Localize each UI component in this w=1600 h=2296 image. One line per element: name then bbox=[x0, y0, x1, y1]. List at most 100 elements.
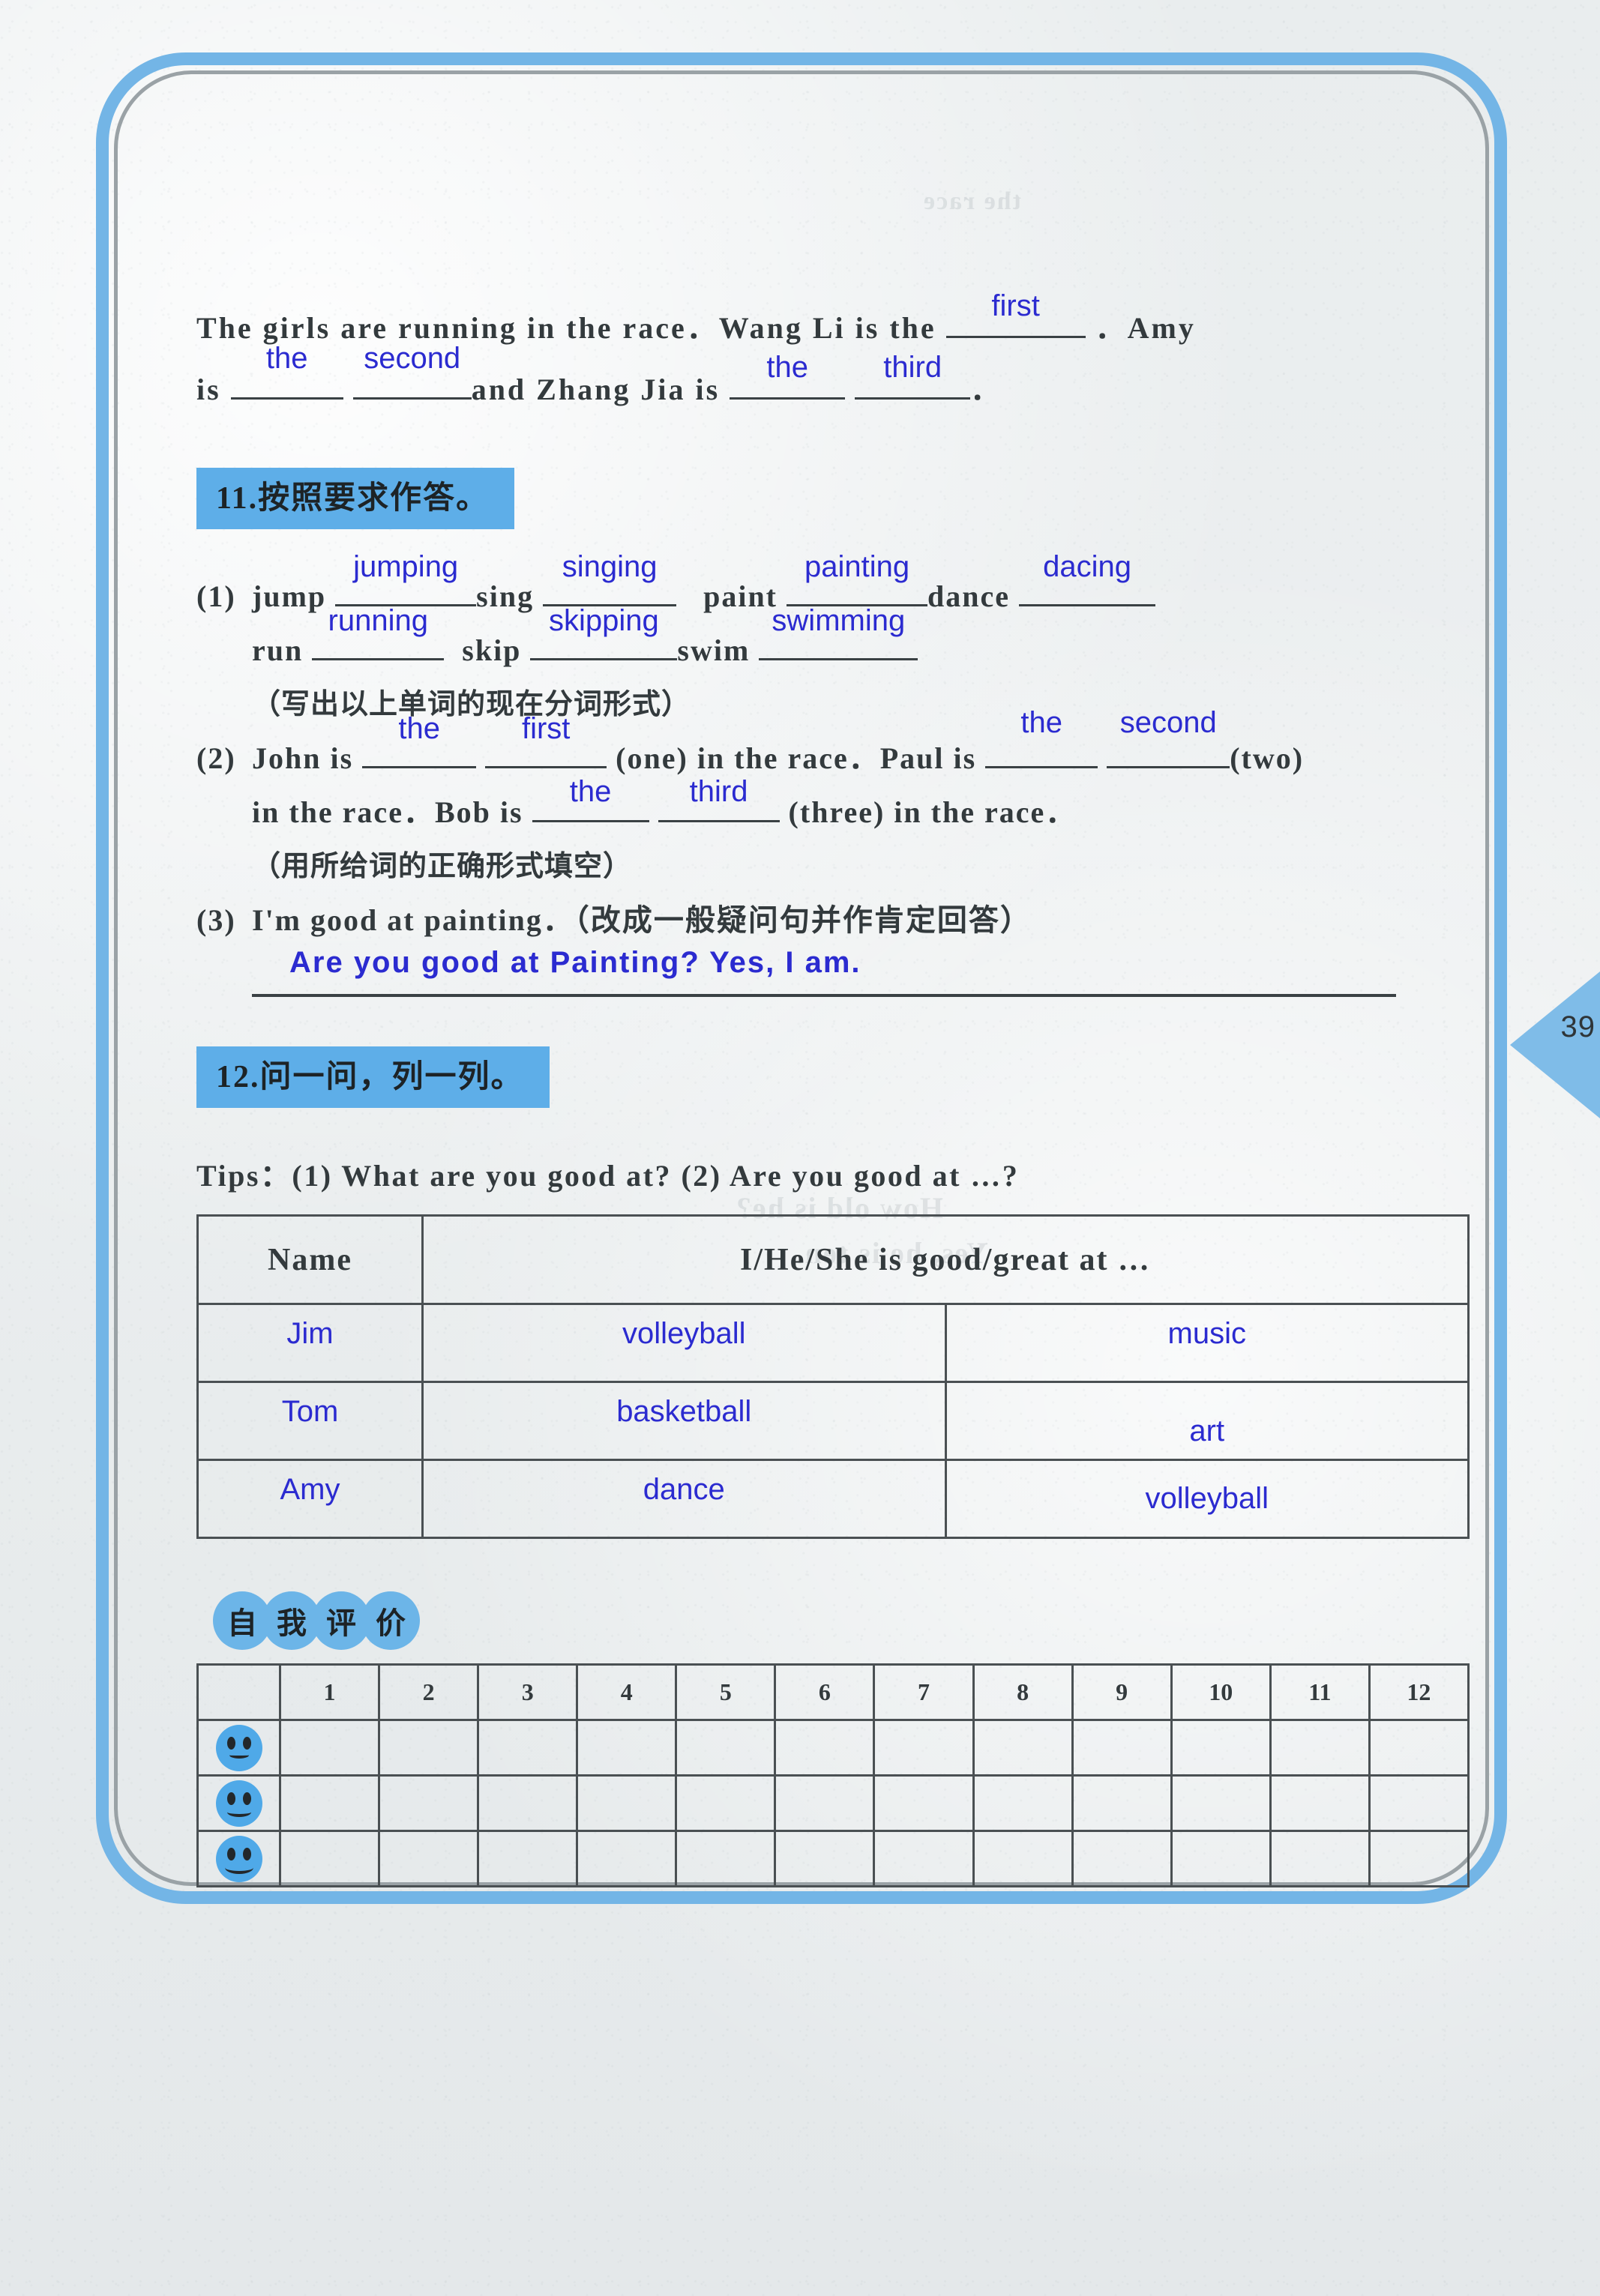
self-eval-num-4: 4 bbox=[576, 1663, 678, 1721]
self-eval-cell-2-5[interactable] bbox=[675, 1774, 777, 1832]
section-12-banner: 12.问一问，列一列。 bbox=[196, 1046, 550, 1108]
intro-answer-5: third bbox=[883, 351, 942, 384]
self-eval-num-8: 8 bbox=[972, 1663, 1074, 1721]
self-eval-num-10: 10 bbox=[1170, 1663, 1272, 1721]
self-eval-cell-3-11[interactable] bbox=[1269, 1830, 1371, 1887]
survey-skill1-2: basketball bbox=[616, 1395, 752, 1428]
blank-dancing[interactable]: dacing bbox=[1019, 550, 1156, 606]
survey-cell-skill2-3[interactable]: volleyball bbox=[944, 1459, 1470, 1539]
workbook-page: How old is he? Yes, he is ten. the race … bbox=[0, 0, 1600, 2296]
self-eval-cell-2-3[interactable] bbox=[477, 1774, 579, 1832]
word-paint: paint bbox=[703, 579, 778, 613]
exercise-11-2-line-1: (2) John is the first (one) in the race．P… bbox=[196, 706, 1396, 786]
self-eval-cell-1-12[interactable] bbox=[1368, 1719, 1470, 1777]
word-skip: skip bbox=[462, 633, 522, 667]
self-eval-cell-3-6[interactable] bbox=[774, 1830, 876, 1887]
self-eval-cell-1-8[interactable] bbox=[972, 1719, 1074, 1777]
exercise-11-3-answer: Are you good at Painting? Yes, I am. bbox=[289, 946, 861, 979]
self-eval-cell-2-2[interactable] bbox=[378, 1774, 480, 1832]
self-eval-cell-3-12[interactable] bbox=[1368, 1830, 1470, 1887]
page-number: 39 bbox=[1560, 1010, 1596, 1043]
blank-11-2-the-3[interactable]: the bbox=[532, 775, 649, 822]
self-eval-cell-2-1[interactable] bbox=[278, 1774, 381, 1832]
exercise-11-3-answer-line[interactable]: Are you good at Painting? Yes, I am. bbox=[252, 946, 1396, 997]
survey-cell-skill1-3[interactable]: dance bbox=[421, 1459, 947, 1539]
self-eval-cell-1-1[interactable] bbox=[278, 1719, 381, 1777]
self-eval-cell-2-9[interactable] bbox=[1071, 1774, 1173, 1832]
page-number-tab: 39 bbox=[1510, 971, 1600, 1118]
survey-name-2: Tom bbox=[281, 1395, 339, 1428]
self-eval-cell-3-5[interactable] bbox=[675, 1830, 777, 1887]
intro-blank-3[interactable]: second bbox=[352, 342, 472, 400]
self-eval-corner-cell bbox=[196, 1663, 281, 1721]
self-eval-cell-1-9[interactable] bbox=[1071, 1719, 1173, 1777]
survey-cell-skill1-2[interactable]: basketball bbox=[421, 1381, 947, 1461]
self-eval-cell-1-5[interactable] bbox=[675, 1719, 777, 1777]
intro-blank-1[interactable]: first bbox=[945, 289, 1086, 338]
blank-11-2-the-1[interactable]: the bbox=[362, 712, 477, 768]
self-eval-cell-2-10[interactable] bbox=[1170, 1774, 1272, 1832]
blank-running[interactable]: running bbox=[312, 604, 445, 660]
word-sing: sing bbox=[476, 579, 535, 613]
exercise-11-3-number: (3) bbox=[196, 903, 236, 937]
self-eval-cell-3-7[interactable] bbox=[873, 1830, 975, 1887]
exercise-11-1-number: (1) bbox=[196, 579, 236, 613]
self-eval-cell-1-4[interactable] bbox=[576, 1719, 678, 1777]
blank-11-2-third[interactable]: third bbox=[658, 775, 780, 822]
exercise-11-2-line-2: in the race．Bob is the third (three) in … bbox=[196, 775, 1396, 840]
answer-swimming: swimming bbox=[772, 604, 906, 637]
survey-cell-skill1-1[interactable]: volleyball bbox=[421, 1303, 947, 1383]
self-eval-cell-3-8[interactable] bbox=[972, 1830, 1074, 1887]
self-eval-cell-2-8[interactable] bbox=[972, 1774, 1074, 1832]
survey-cell-name-3[interactable]: Amy bbox=[196, 1459, 424, 1539]
blank-swimming[interactable]: swimming bbox=[759, 604, 918, 660]
survey-cell-skill2-1[interactable]: music bbox=[944, 1303, 1470, 1383]
exercise-11-body: (1) jump jumping sing singing paint paint… bbox=[196, 550, 1396, 997]
intro-blank-5[interactable]: third bbox=[855, 351, 971, 400]
self-eval-cell-1-6[interactable] bbox=[774, 1719, 876, 1777]
section-12-banner-wrap: 12.问一问，列一列。 bbox=[196, 1046, 1396, 1108]
intro-paragraph: The girls are running in the race．Wang L… bbox=[196, 289, 1396, 418]
answer-11-2-third: third bbox=[689, 775, 748, 808]
self-eval-row-1 bbox=[196, 1719, 1470, 1777]
self-eval-cell-1-7[interactable] bbox=[873, 1719, 975, 1777]
self-eval-cell-3-1[interactable] bbox=[278, 1830, 381, 1887]
smiley-slight-icon bbox=[196, 1719, 281, 1777]
self-eval-cell-2-7[interactable] bbox=[873, 1774, 975, 1832]
survey-name-1: Jim bbox=[286, 1317, 334, 1350]
blank-skipping[interactable]: skipping bbox=[530, 604, 678, 660]
answer-running: running bbox=[328, 604, 428, 637]
intro-text-2: ．Amy bbox=[1095, 311, 1196, 345]
self-eval-cell-2-11[interactable] bbox=[1269, 1774, 1371, 1832]
intro-text-5: ． bbox=[970, 373, 1003, 406]
blank-11-2-first[interactable]: first bbox=[485, 712, 607, 768]
table-row: Tom basketball art bbox=[196, 1381, 1470, 1461]
exercise-11-2-text-2: (one) in the race．Paul is bbox=[616, 741, 977, 775]
self-eval-cell-3-3[interactable] bbox=[477, 1830, 579, 1887]
intro-blank-4[interactable]: the bbox=[730, 351, 846, 400]
blank-11-2-the-2[interactable]: the bbox=[985, 706, 1098, 768]
blank-11-2-second[interactable]: second bbox=[1107, 706, 1230, 768]
survey-cell-name-2[interactable]: Tom bbox=[196, 1381, 424, 1461]
self-eval-cell-3-4[interactable] bbox=[576, 1830, 678, 1887]
self-eval-cell-1-10[interactable] bbox=[1170, 1719, 1272, 1777]
self-eval-cell-1-3[interactable] bbox=[477, 1719, 579, 1777]
self-eval-cell-3-2[interactable] bbox=[378, 1830, 480, 1887]
survey-cell-name-1[interactable]: Jim bbox=[196, 1303, 424, 1383]
survey-cell-skill2-2[interactable]: art bbox=[944, 1381, 1470, 1461]
self-eval-cell-2-12[interactable] bbox=[1368, 1774, 1470, 1832]
intro-text-4: and Zhang Jia is bbox=[471, 373, 721, 406]
intro-blank-2[interactable]: the bbox=[230, 342, 343, 400]
self-eval-cell-2-4[interactable] bbox=[576, 1774, 678, 1832]
survey-skill1-3: dance bbox=[643, 1473, 725, 1506]
self-eval-cell-2-6[interactable] bbox=[774, 1774, 876, 1832]
smiley-medium-icon bbox=[196, 1774, 281, 1832]
self-eval-cell-3-10[interactable] bbox=[1170, 1830, 1272, 1887]
self-eval-cell-3-9[interactable] bbox=[1071, 1830, 1173, 1887]
survey-skill2-3: volleyball bbox=[1145, 1482, 1269, 1515]
survey-skill2-1: music bbox=[1167, 1317, 1246, 1350]
survey-header-name: Name bbox=[196, 1214, 424, 1305]
self-eval-cell-1-11[interactable] bbox=[1269, 1719, 1371, 1777]
self-eval-cell-1-2[interactable] bbox=[378, 1719, 480, 1777]
intro-answer-4: the bbox=[766, 351, 808, 384]
